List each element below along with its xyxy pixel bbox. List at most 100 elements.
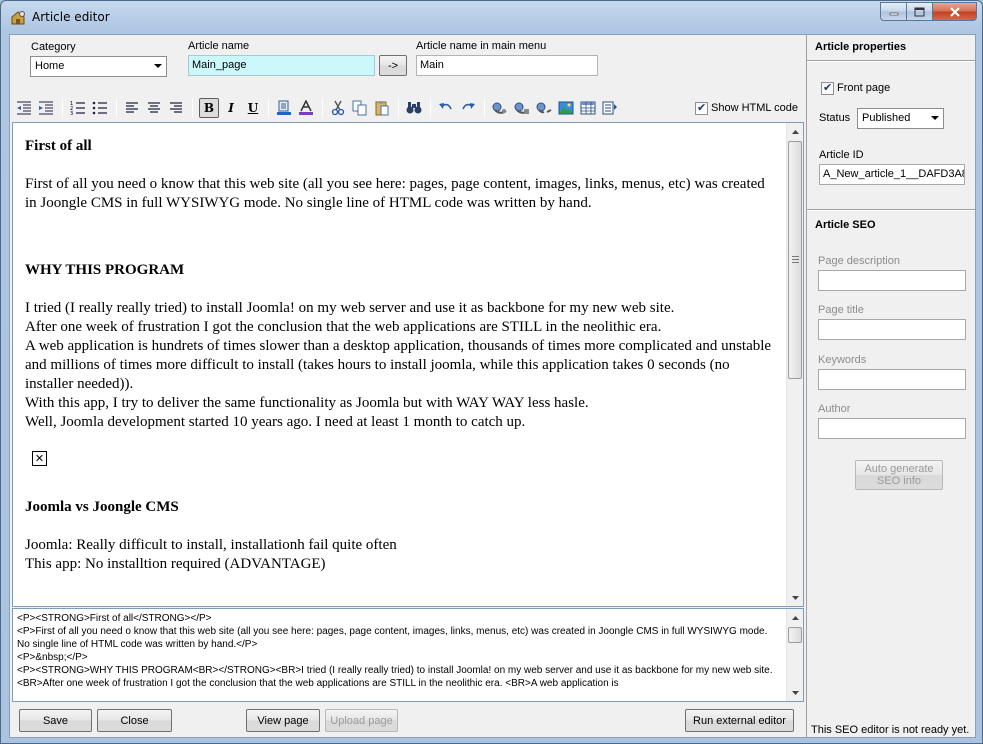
numbered-list-button[interactable]: 123: [68, 98, 88, 118]
show-html-checkbox[interactable]: ✔: [695, 102, 708, 115]
align-left-button[interactable]: [122, 98, 142, 118]
paste-button[interactable]: [372, 98, 392, 118]
redo-icon: [462, 103, 475, 110]
undo-icon: [439, 103, 452, 110]
chevron-up-icon: [792, 129, 799, 134]
cut-button[interactable]: [328, 98, 348, 118]
minimize-button[interactable]: [880, 2, 907, 21]
html-scrollbar[interactable]: [786, 609, 803, 701]
scroll-down-button[interactable]: [787, 589, 804, 606]
unlink-button[interactable]: [534, 98, 554, 118]
close-button[interactable]: Close: [97, 709, 172, 732]
page-description-label: Page description: [818, 255, 900, 267]
italic-button[interactable]: I: [221, 98, 241, 118]
html-source-text[interactable]: <P><STRONG>First of all</STRONG></P> <P>…: [13, 609, 785, 701]
paragraph-line: This app: No installtion required (ADVAN…: [25, 556, 326, 572]
chevron-down-icon: [154, 64, 162, 68]
formatting-toolbar: 123 B I U ✔ Show HTML code: [12, 96, 804, 120]
front-page-label: Front page: [837, 82, 891, 94]
copy-button[interactable]: [350, 98, 370, 118]
outdent-button[interactable]: [14, 98, 34, 118]
scroll-down-button[interactable]: [787, 684, 804, 701]
table-button[interactable]: [578, 98, 598, 118]
align-right-button[interactable]: [166, 98, 186, 118]
chevron-up-icon: [792, 615, 799, 620]
scroll-up-button[interactable]: [787, 609, 804, 626]
close-icon: [949, 6, 960, 17]
view-page-button[interactable]: View page: [246, 709, 320, 732]
image-button[interactable]: [556, 98, 576, 118]
align-center-icon: [148, 102, 160, 113]
article-name-label: Article name: [188, 40, 250, 52]
properties-panel: Article properties ✔ Front page Status P…: [806, 35, 975, 737]
page-description-input[interactable]: [818, 270, 966, 291]
link-button[interactable]: [490, 98, 510, 118]
scrollbar-thumb[interactable]: [788, 141, 802, 379]
paragraph-line: A web application is hundrets of times s…: [25, 338, 772, 392]
redo-button[interactable]: [458, 98, 478, 118]
bullet-list-icon: [92, 101, 107, 115]
document-body[interactable]: First of all First of all you need o kno…: [13, 123, 785, 606]
html-line: <P><STRONG>First of all</STRONG></P>: [17, 613, 212, 624]
auto-generate-seo-button[interactable]: Auto generate SEO info: [855, 460, 943, 490]
keywords-label: Keywords: [818, 354, 867, 366]
menu-name-label: Article name in main menu: [416, 40, 547, 52]
font-color-button[interactable]: [274, 98, 294, 118]
underline-icon: U: [247, 101, 259, 115]
category-label: Category: [31, 41, 76, 53]
save-button[interactable]: Save: [19, 709, 92, 732]
category-select[interactable]: Home: [30, 56, 167, 77]
align-right-icon: [170, 102, 182, 113]
image-icon: [558, 101, 574, 115]
scrollbar-thumb[interactable]: [788, 627, 802, 643]
run-external-editor-button[interactable]: Run external editor: [685, 709, 794, 732]
article-id-label: Article ID: [819, 149, 864, 161]
category-value: Home: [35, 60, 65, 72]
editor-scrollbar[interactable]: [786, 123, 803, 606]
copy-name-button[interactable]: ->: [379, 55, 407, 76]
bold-button[interactable]: B: [199, 98, 219, 118]
status-label: Status: [819, 112, 851, 124]
status-select[interactable]: Published: [857, 108, 944, 129]
maximize-icon: [914, 7, 925, 16]
front-page-checkbox[interactable]: ✔: [821, 82, 834, 95]
highlight-button[interactable]: [296, 98, 316, 118]
align-center-button[interactable]: [144, 98, 164, 118]
underline-button[interactable]: U: [243, 98, 263, 118]
svg-text:3: 3: [70, 111, 73, 115]
maximize-button[interactable]: [907, 2, 933, 21]
article-name-input[interactable]: Main_page: [188, 55, 375, 76]
font-color-icon: [277, 100, 291, 115]
article-id-field[interactable]: A_New_article_1__DAFD3A8: [819, 164, 965, 185]
title-bar[interactable]: Article editor: [1, 1, 982, 33]
link-edit-button[interactable]: [512, 98, 532, 118]
bullet-list-button[interactable]: [90, 98, 110, 118]
align-left-icon: [126, 102, 138, 113]
checkmark-icon: ✔: [697, 102, 707, 114]
app-icon: [10, 10, 26, 26]
page-title-input[interactable]: [818, 319, 966, 340]
client-area: Category Home Article name Main_page -> …: [9, 34, 976, 738]
article-properties-heading: Article properties: [815, 41, 907, 53]
html-line: <P>&nbsp;</P>: [17, 652, 88, 663]
find-button[interactable]: [404, 98, 424, 118]
undo-button[interactable]: [436, 98, 456, 118]
chevron-down-icon: [931, 116, 939, 120]
find-icon: [406, 102, 422, 114]
paragraph-line: With this app, I try to deliver the same…: [25, 395, 589, 411]
wysiwyg-editor[interactable]: First of all First of all you need o kno…: [12, 122, 804, 607]
properties-icon: [602, 101, 617, 115]
properties-button[interactable]: [600, 98, 620, 118]
author-input[interactable]: [818, 418, 966, 439]
scroll-up-button[interactable]: [787, 123, 804, 140]
upload-page-button[interactable]: Upload page: [325, 709, 398, 732]
broken-image-icon[interactable]: ✕: [32, 451, 47, 466]
heading-joomla-vs-joongle: Joomla vs Joongle CMS: [25, 499, 179, 515]
keywords-input[interactable]: [818, 369, 966, 390]
unlink-icon: [536, 102, 552, 114]
close-window-button[interactable]: [933, 2, 977, 21]
menu-name-input[interactable]: Main: [416, 55, 598, 76]
indent-button[interactable]: [36, 98, 56, 118]
html-source-editor[interactable]: <P><STRONG>First of all</STRONG></P> <P>…: [12, 608, 804, 702]
status-value: Published: [862, 112, 911, 124]
